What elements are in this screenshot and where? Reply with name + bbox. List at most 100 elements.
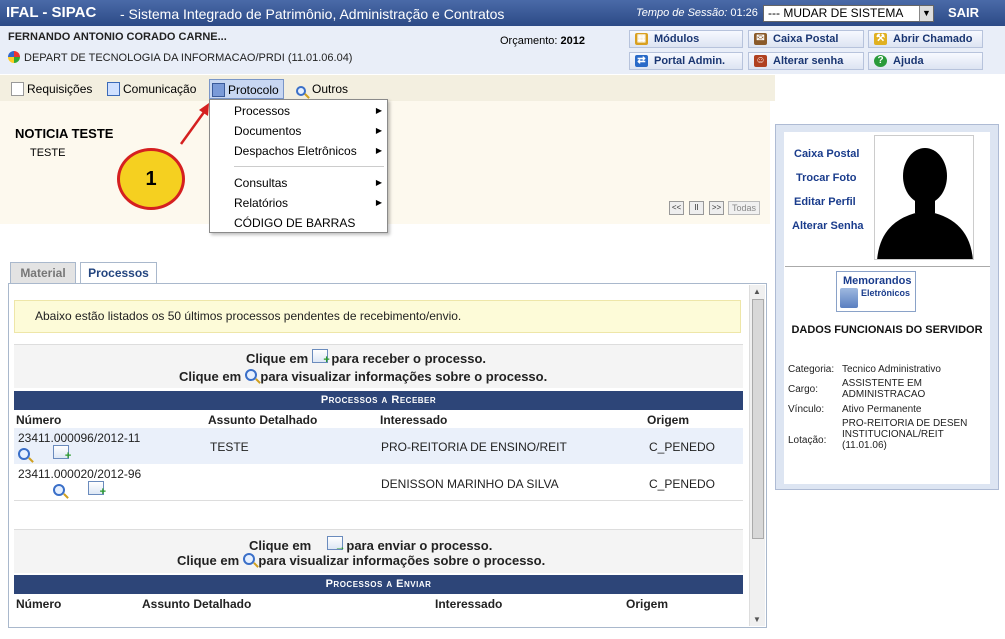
scroll-up-icon[interactable]: ▲ (753, 287, 761, 296)
send-instr1-pre: Clique em (249, 538, 312, 553)
session-timer: Tempo de Sessão: 01:26 (636, 7, 758, 19)
dropdown-despachos[interactable]: Despachos Eletrônicos ▶ (234, 142, 384, 160)
chevron-right-icon: ▶ (375, 178, 382, 187)
system-select[interactable]: --- MUDAR DE SISTEMA ▼ (763, 5, 934, 22)
ajuda-button[interactable]: ? Ajuda (868, 52, 983, 70)
portal-admin-button[interactable]: ⇄ Portal Admin. (629, 52, 743, 70)
ajuda-label: Ajuda (893, 55, 924, 67)
abrir-chamado-button[interactable]: ⚒ Abrir Chamado (868, 30, 983, 48)
scroll-down-icon[interactable]: ▼ (753, 615, 761, 624)
search-icon (296, 82, 309, 96)
profile-link-editar-perfil[interactable]: Editar Perfil (794, 196, 856, 208)
menu-outros-label: Outros (312, 82, 349, 96)
row2-interessado: DENISSON MARINHO DA SILVA (381, 477, 559, 491)
menu-outros[interactable]: Outros (294, 79, 352, 99)
budget-year: Orçamento: 2012 (500, 35, 585, 47)
modulos-button[interactable]: ▦ Módulos (629, 30, 743, 48)
dropdown-documentos-label: Documentos (234, 124, 302, 138)
view-process-icon[interactable] (52, 484, 65, 496)
dropdown-consultas-label: Consultas (234, 176, 288, 190)
user-key-icon: ☺ (754, 55, 767, 67)
unit-icon (8, 51, 20, 63)
memorandos-button[interactable]: Memorandos Eletrônicos (836, 271, 916, 312)
chevron-down-icon[interactable]: ▼ (919, 6, 933, 21)
session-time: 01:26 (730, 7, 758, 19)
profile-link-alterar-senha[interactable]: Alterar Senha (792, 220, 864, 232)
dropdown-processos[interactable]: Processos ▶ (234, 102, 384, 120)
news-next-button[interactable]: >> (709, 201, 724, 215)
news-prev-button[interactable]: << (669, 201, 684, 215)
row1-origem: C_PENEDO (649, 440, 716, 454)
magnifier-icon (242, 553, 255, 565)
categoria-label: Categoria: (788, 364, 835, 375)
mailbox-icon: ✉ (754, 33, 767, 45)
menu-requisicoes[interactable]: Requisições (9, 79, 96, 99)
cargo-label: Cargo: (788, 384, 819, 395)
alterar-senha-label: Alterar senha (773, 55, 844, 67)
send-section-header: Processos a Enviar (14, 575, 743, 594)
table-divider (14, 500, 743, 501)
user-name: FERNANDO ANTONIO CORADO CARNE... (8, 31, 227, 43)
modulos-label: Módulos (654, 33, 700, 45)
memo-line-2: Eletrônicos (861, 288, 911, 298)
scrollbar-thumb[interactable] (752, 299, 764, 539)
view-process-icon[interactable] (18, 448, 30, 460)
receive-process-icon[interactable] (88, 481, 106, 498)
profile-divider (785, 266, 990, 267)
avatar (874, 135, 974, 260)
send-instr1-post: para enviar o processo. (346, 538, 493, 553)
receive-instruction-1: Clique em para receber o processo. (246, 349, 486, 366)
menu-requisicoes-label: Requisições (27, 82, 93, 96)
dropdown-codigo-barras[interactable]: CÓDIGO DE BARRAS (234, 214, 384, 232)
caixa-postal-button[interactable]: ✉ Caixa Postal (748, 30, 864, 48)
alterar-senha-button[interactable]: ☺ Alterar senha (748, 52, 864, 70)
system-name: IFAL - SIPAC (6, 4, 97, 21)
dropdown-relatorios-label: Relatórios (234, 196, 289, 210)
help-icon: ? (874, 55, 887, 67)
session-label: Tempo de Sessão: (636, 7, 728, 19)
send-col-numero: Número (16, 597, 62, 611)
vinculo-label: Vínculo: (788, 404, 825, 415)
send-col-origem: Origem (626, 597, 669, 611)
panel-scrollbar[interactable]: ▲ ▼ (749, 285, 765, 626)
send-col-interessado: Interessado (435, 597, 503, 611)
menu-comunicacao[interactable]: Comunicação (105, 79, 200, 99)
receive-process-icon[interactable] (53, 445, 71, 462)
dropdown-relatorios[interactable]: Relatórios ▶ (234, 194, 384, 212)
categoria-value: Tecnico Administrativo (842, 364, 941, 375)
col-origem: Origem (647, 413, 690, 427)
tab-processos[interactable]: Processos (80, 262, 157, 284)
profile-link-trocar-foto[interactable]: Trocar Foto (796, 172, 857, 184)
hammer-icon: ⚒ (874, 33, 887, 45)
news-title: NOTICIA TESTE (15, 126, 114, 141)
dropdown-consultas[interactable]: Consultas ▶ (234, 174, 384, 192)
menu-protocolo-label: Protocolo (228, 83, 279, 97)
folder-icon (212, 83, 225, 97)
dropdown-documentos[interactable]: Documentos ▶ (234, 122, 384, 140)
caixa-postal-label: Caixa Postal (773, 33, 839, 45)
magnifier-icon (244, 369, 257, 381)
news-text: TESTE (30, 147, 66, 159)
logout-link[interactable]: SAIR (948, 5, 979, 20)
col-assunto: Assunto Detalhado (208, 413, 318, 427)
monitor-icon (840, 288, 858, 308)
tab-material[interactable]: Material (10, 262, 76, 284)
chevron-right-icon: ▶ (375, 106, 382, 115)
lotacao-value: PRO-REITORIA DE DESEN INSTITUCIONAL/REIT… (842, 418, 968, 451)
row1-assunto: TESTE (210, 440, 249, 454)
system-full-name: - Sistema Integrado de Patrimônio, Admin… (120, 6, 505, 22)
row1-interessado: PRO-REITORIA DE ENSINO/REIT (381, 440, 567, 454)
person-silhouette-icon (877, 148, 973, 259)
profile-link-caixa-postal[interactable]: Caixa Postal (794, 148, 859, 160)
send-instr2-pre: Clique em (177, 553, 240, 568)
book-icon (107, 82, 120, 96)
system-select-value: --- MUDAR DE SISTEMA (768, 6, 904, 20)
budget-label: Orçamento: (500, 35, 558, 47)
news-all-button[interactable]: Todas (728, 201, 760, 215)
send-instruction-1: Clique em para enviar o processo. (249, 536, 492, 553)
news-pause-button[interactable]: II (689, 201, 704, 215)
menu-protocolo[interactable]: Protocolo (209, 79, 284, 99)
receive-section-header: Processos a Receber (14, 391, 743, 410)
col-numero: Número (16, 413, 62, 427)
portal-admin-label: Portal Admin. (654, 55, 726, 67)
